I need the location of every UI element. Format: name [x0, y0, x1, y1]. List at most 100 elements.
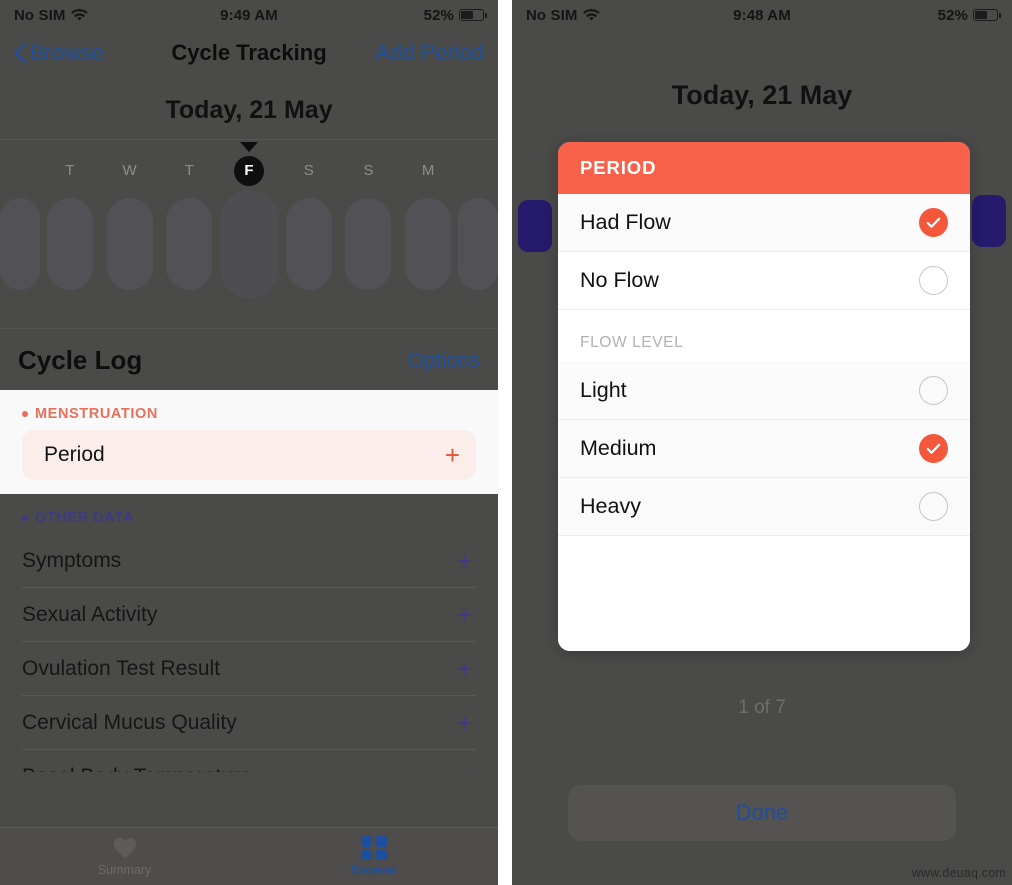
option-label: Light [580, 378, 627, 402]
option-row-heavy[interactable]: Heavy [558, 478, 970, 536]
wifi-icon [71, 8, 89, 22]
option-label: Medium [580, 436, 657, 460]
list-item-label: Ovulation Test Result [22, 656, 221, 680]
heart-icon [112, 836, 138, 860]
calendar-day-pill [345, 198, 392, 290]
plus-icon[interactable]: + [457, 710, 472, 736]
calendar-day-letter [5, 156, 35, 186]
caret-down-icon [240, 142, 258, 152]
right-phone-screen: No SIM 9:48 AM 52% Today, 21 May PERIOD … [512, 0, 1012, 885]
calendar-day-cell[interactable]: T [159, 156, 219, 298]
calendar-day-pill [220, 190, 279, 298]
menstruation-section-label: MENSTRUATION [0, 400, 498, 430]
wifi-icon [583, 8, 601, 22]
options-button[interactable]: Options [408, 349, 480, 373]
option-row-medium[interactable]: Medium [558, 420, 970, 478]
menstruation-section-label-text: MENSTRUATION [35, 406, 158, 422]
list-item[interactable]: Sexual Activity + [22, 588, 476, 642]
battery-icon [973, 9, 1001, 21]
list-item[interactable]: Ovulation Test Result + [22, 642, 476, 696]
calendar-day-letter: T [65, 162, 75, 179]
plus-icon[interactable]: + [445, 442, 460, 468]
nav-bar-left: Browse Cycle Tracking Add Period [0, 30, 498, 76]
chevron-left-icon [14, 43, 26, 63]
plus-icon[interactable]: + [457, 764, 472, 772]
calendar-day-cell[interactable]: S [339, 156, 399, 298]
carrier-label: No SIM [526, 6, 578, 24]
tab-browse-label: Browse [350, 863, 397, 877]
calendar-day-letter: T [184, 162, 194, 179]
calendar-today-label: Today, 21 May [671, 80, 853, 110]
cycle-log-header: Cycle Log Options [0, 329, 498, 390]
background-chip-right [972, 195, 1006, 247]
calendar-day-cell[interactable]: W [100, 156, 160, 298]
calendar-day-pill [106, 198, 153, 290]
status-bar-left: No SIM 9:49 AM 52% [0, 0, 498, 30]
period-row-card[interactable]: Period + [22, 430, 476, 480]
done-button[interactable]: Done [568, 785, 956, 841]
calendar-day-pill [405, 198, 452, 290]
list-item[interactable]: Symptoms + [22, 534, 476, 588]
calendar-day-cell[interactable]: M [398, 156, 458, 298]
grid-squares-icon [360, 836, 387, 860]
calendar-today-label: Today, 21 May [165, 96, 333, 124]
radio-check-icon[interactable] [919, 376, 948, 405]
list-item[interactable]: Cervical Mucus Quality + [22, 696, 476, 750]
back-button[interactable]: Browse [14, 40, 103, 66]
period-row[interactable]: Period + [22, 430, 476, 480]
option-label: Heavy [580, 494, 641, 518]
option-row-had-flow[interactable]: Had Flow [558, 194, 970, 252]
bullet-dot-icon [22, 515, 28, 521]
add-period-button[interactable]: Add Period [375, 40, 484, 66]
list-item-label: Sexual Activity [22, 602, 158, 626]
battery-percent-label: 52% [423, 6, 454, 24]
radio-check-icon[interactable] [919, 266, 948, 295]
calendar-bottom-divider [0, 328, 498, 329]
calendar-day-pill [166, 198, 213, 290]
radio-check-icon-selected[interactable] [919, 434, 948, 463]
calendar-day-cell[interactable]: T [40, 156, 100, 298]
sheet-header: PERIOD [558, 142, 970, 194]
background-chip-left [518, 200, 552, 252]
list-item[interactable]: Basal Body Temperature + [22, 750, 476, 772]
sheet-empty-area [558, 536, 970, 651]
status-bar-left-group: No SIM [526, 6, 601, 24]
battery-icon [459, 9, 487, 21]
radio-check-icon[interactable] [919, 492, 948, 521]
plus-icon[interactable]: + [457, 656, 472, 682]
list-item-label: Cervical Mucus Quality [22, 710, 237, 734]
calendar-day-letter: M [421, 162, 435, 179]
carrier-label: No SIM [14, 6, 66, 24]
other-data-list: Symptoms + Sexual Activity + Ovulation T… [22, 534, 476, 772]
radio-check-icon-selected[interactable] [919, 208, 948, 237]
calendar-day-cell-selected[interactable]: F [219, 156, 279, 298]
option-row-light[interactable]: Light [558, 362, 970, 420]
pager-label: 1 of 7 [738, 697, 786, 718]
calendar-day-letter: W [122, 162, 137, 179]
calendar-day-letter: F [234, 156, 265, 186]
back-button-label: Browse [30, 40, 104, 65]
other-data-section-label-text: OTHER DATA [35, 510, 134, 526]
list-item-clipped[interactable]: Basal Body Temperature + [22, 750, 476, 772]
panel-gutter [498, 0, 512, 885]
other-data-section-label: OTHER DATA [0, 504, 498, 534]
plus-icon[interactable]: + [457, 602, 472, 628]
option-row-no-flow[interactable]: No Flow [558, 252, 970, 310]
option-label: Had Flow [580, 210, 671, 234]
screenshot-stage: No SIM 9:49 AM 52% Browse Cycle Tracking… [0, 0, 1012, 885]
list-item-label: Basal Body Temperature [22, 765, 252, 772]
tab-summary[interactable]: Summary [0, 836, 249, 877]
calendar-day-cell[interactable] [0, 156, 40, 298]
calendar-day-cell[interactable] [458, 156, 498, 298]
calendar-day-pill [458, 198, 498, 290]
cycle-log-title: Cycle Log [18, 345, 143, 375]
left-phone-screen: No SIM 9:49 AM 52% Browse Cycle Tracking… [0, 0, 498, 885]
tab-browse[interactable]: Browse [249, 836, 498, 877]
calendar-day-cell[interactable]: S [279, 156, 339, 298]
plus-icon[interactable]: + [457, 548, 472, 574]
flow-level-subsection-label: FLOW LEVEL [558, 310, 970, 362]
calendar-day-letter: S [303, 162, 314, 179]
tab-bar: Summary Browse [0, 827, 498, 885]
period-row-label: Period [44, 443, 105, 466]
flow-level-label-text: FLOW LEVEL [580, 334, 684, 351]
